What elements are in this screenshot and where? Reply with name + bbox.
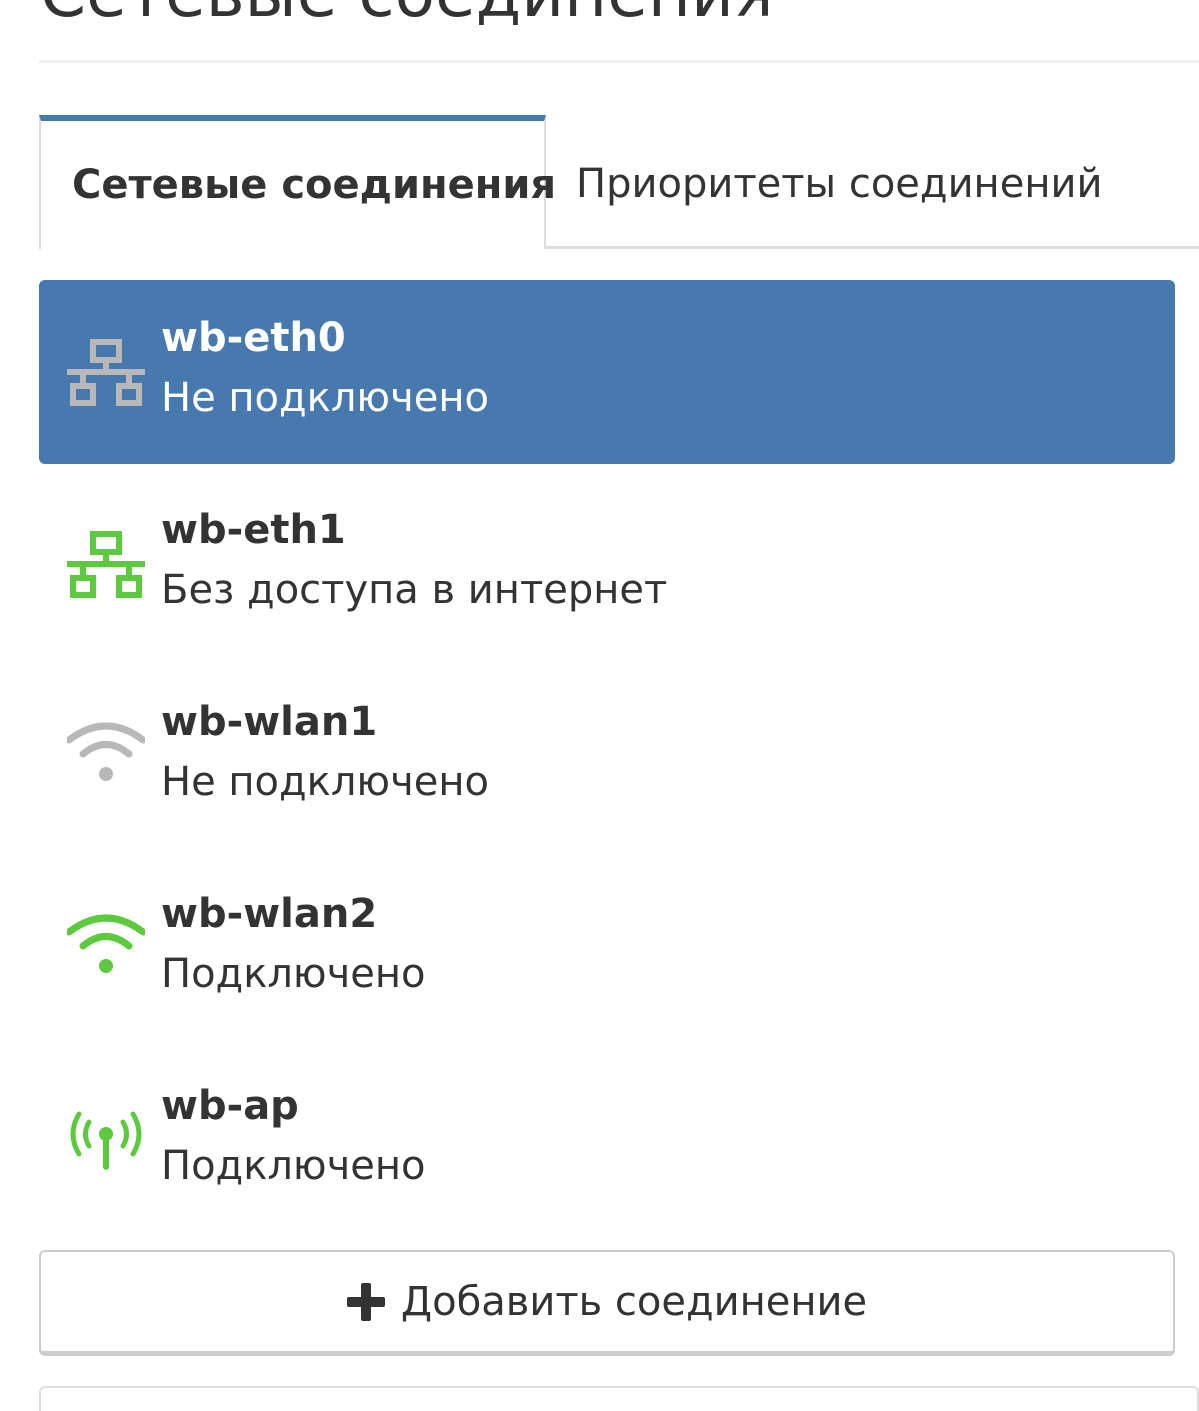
connection-name: wb-wlan2 [161,891,378,937]
connection-item-wb-eth0[interactable]: wb-eth0 Не подключено [39,280,1175,464]
connection-status: Подключено [161,951,426,997]
connection-name: wb-ap [161,1083,299,1129]
connection-name: wb-wlan1 [161,699,378,745]
add-connection-button[interactable]: Добавить соединение [39,1250,1175,1356]
page-title: Сетевые соединения [40,0,774,34]
wifi-icon [67,914,145,986]
connection-item-wb-wlan2[interactable]: wb-wlan2 Подключено [39,856,1175,1040]
tab-network-connections[interactable]: Сетевые соединения [39,115,556,249]
add-connection-label: Добавить соединение [400,1278,868,1325]
title-divider [39,60,1199,63]
bottom-panel [39,1386,1199,1411]
connection-item-wb-ap[interactable]: wb-ap Подключено [39,1048,1175,1232]
network-connections-page: Сетевые соединения Сетевые соединения Пр… [0,0,1199,1411]
plus-icon [346,1282,385,1321]
connection-status: Не подключено [161,759,489,805]
connection-item-wb-eth1[interactable]: wb-eth1 Без доступа в интернет [39,472,1175,656]
connection-status: Не подключено [161,375,489,421]
tab-connection-priorities[interactable]: Приоритеты соединений [576,115,1102,246]
connection-list: wb-eth0 Не подключено wb-eth1 Без доступ… [39,280,1175,1240]
connection-name: wb-eth0 [161,315,346,361]
connection-status: Подключено [161,1143,426,1189]
access-point-icon [67,1106,145,1178]
wifi-icon [67,722,145,794]
ethernet-icon [67,530,145,602]
connection-status: Без доступа в интернет [161,567,668,613]
ethernet-icon [67,338,145,410]
tab-bar: Сетевые соединения Приоритеты соединений [39,115,1199,249]
connection-name: wb-eth1 [161,507,346,553]
connection-item-wb-wlan1[interactable]: wb-wlan1 Не подключено [39,664,1175,848]
